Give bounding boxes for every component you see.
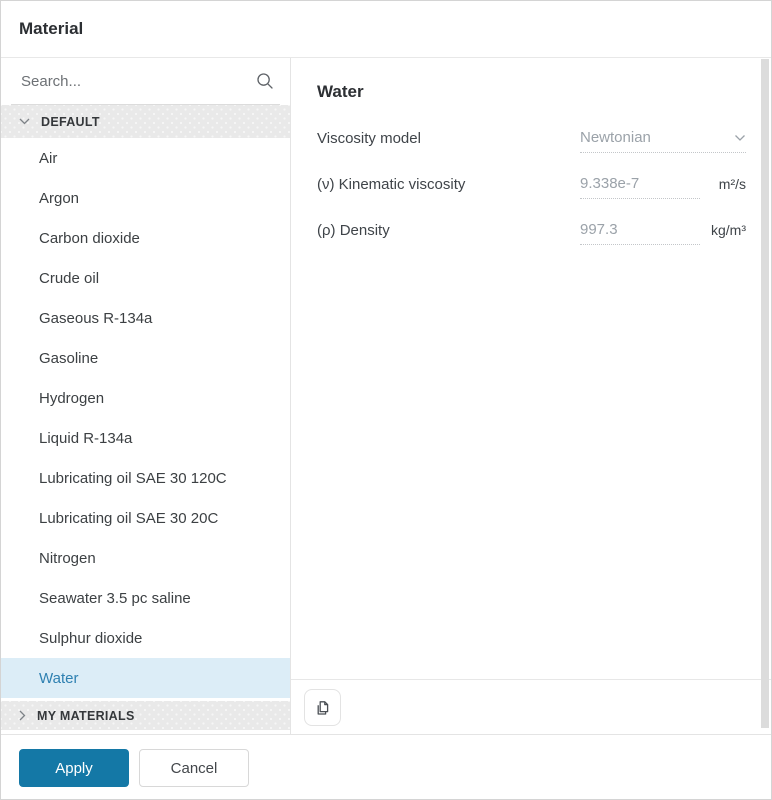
list-item[interactable]: Crude oil	[1, 258, 290, 298]
list-item[interactable]: Carbon dioxide	[1, 218, 290, 258]
list-item[interactable]: Air	[1, 138, 290, 178]
list-item[interactable]: Seawater 3.5 pc saline	[1, 578, 290, 618]
copy-material-button[interactable]	[304, 689, 341, 726]
apply-button[interactable]: Apply	[19, 749, 129, 787]
field-value-input[interactable]	[580, 129, 730, 146]
unit-label: m²/s	[718, 176, 746, 192]
list-item[interactable]: Lubricating oil SAE 30 20C	[1, 498, 290, 538]
material-title: Water	[317, 82, 364, 101]
cancel-button[interactable]: Cancel	[139, 749, 249, 787]
page-title: Material	[19, 19, 84, 38]
material-dialog: Material DEFAULT	[0, 0, 772, 800]
copy-icon	[314, 699, 332, 717]
field-value-box	[580, 169, 700, 199]
list-item[interactable]: Argon	[1, 178, 290, 218]
field-label: (ν) Kinematic viscosity	[317, 175, 466, 193]
search-field-wrapper	[11, 58, 280, 105]
list-item[interactable]: Sulphur dioxide	[1, 618, 290, 658]
list-item[interactable]: Gasoline	[1, 338, 290, 378]
scrollbar[interactable]	[761, 59, 769, 728]
field-value-input[interactable]	[580, 221, 700, 238]
panel-content: Water Viscosity model (ν) Kinematic visc…	[291, 58, 771, 679]
list-item[interactable]: Water	[1, 658, 290, 698]
panel-actions	[291, 679, 771, 734]
group-header-my-materials[interactable]: MY MATERIALS	[1, 701, 290, 730]
chevron-right-icon	[19, 710, 26, 721]
list-item[interactable]: Nitrogen	[1, 538, 290, 578]
unit-label: kg/m³	[711, 222, 746, 238]
field-row: (ν) Kinematic viscosity m²/s	[317, 169, 746, 199]
group-label: MY MATERIALS	[37, 708, 135, 723]
search-input[interactable]	[19, 71, 256, 91]
dialog-body: DEFAULT AirArgonCarbon dioxideCrude oilG…	[1, 58, 771, 734]
chevron-down-icon	[19, 118, 30, 125]
material-detail-panel: Water Viscosity model (ν) Kinematic visc…	[291, 58, 771, 734]
search-row	[1, 58, 290, 105]
list-item[interactable]: Lubricating oil SAE 30 120C	[1, 458, 290, 498]
field-rows: Viscosity model (ν) Kinematic viscosity …	[317, 123, 746, 245]
dialog-footer: Apply Cancel	[1, 734, 771, 799]
group-header-default[interactable]: DEFAULT	[1, 105, 290, 138]
chevron-down-icon	[734, 134, 746, 142]
list-item[interactable]: Hydrogen	[1, 378, 290, 418]
material-sidebar: DEFAULT AirArgonCarbon dioxideCrude oilG…	[1, 58, 291, 734]
field-label: Viscosity model	[317, 129, 421, 147]
field-value-input[interactable]	[580, 175, 700, 192]
field-row: Viscosity model	[317, 123, 746, 153]
viscosity-model-select[interactable]	[580, 123, 746, 153]
field-label: (ρ) Density	[317, 221, 390, 239]
field-value-box	[580, 215, 700, 245]
search-icon[interactable]	[256, 72, 274, 90]
dialog-header: Material	[1, 1, 771, 58]
field-row: (ρ) Density kg/m³	[317, 215, 746, 245]
list-item[interactable]: Liquid R-134a	[1, 418, 290, 458]
list-item[interactable]: Gaseous R-134a	[1, 298, 290, 338]
group-label: DEFAULT	[41, 114, 100, 129]
material-list: Air Argon Carbon dioxide Crude oil Gaseous R…	[1, 138, 290, 698]
